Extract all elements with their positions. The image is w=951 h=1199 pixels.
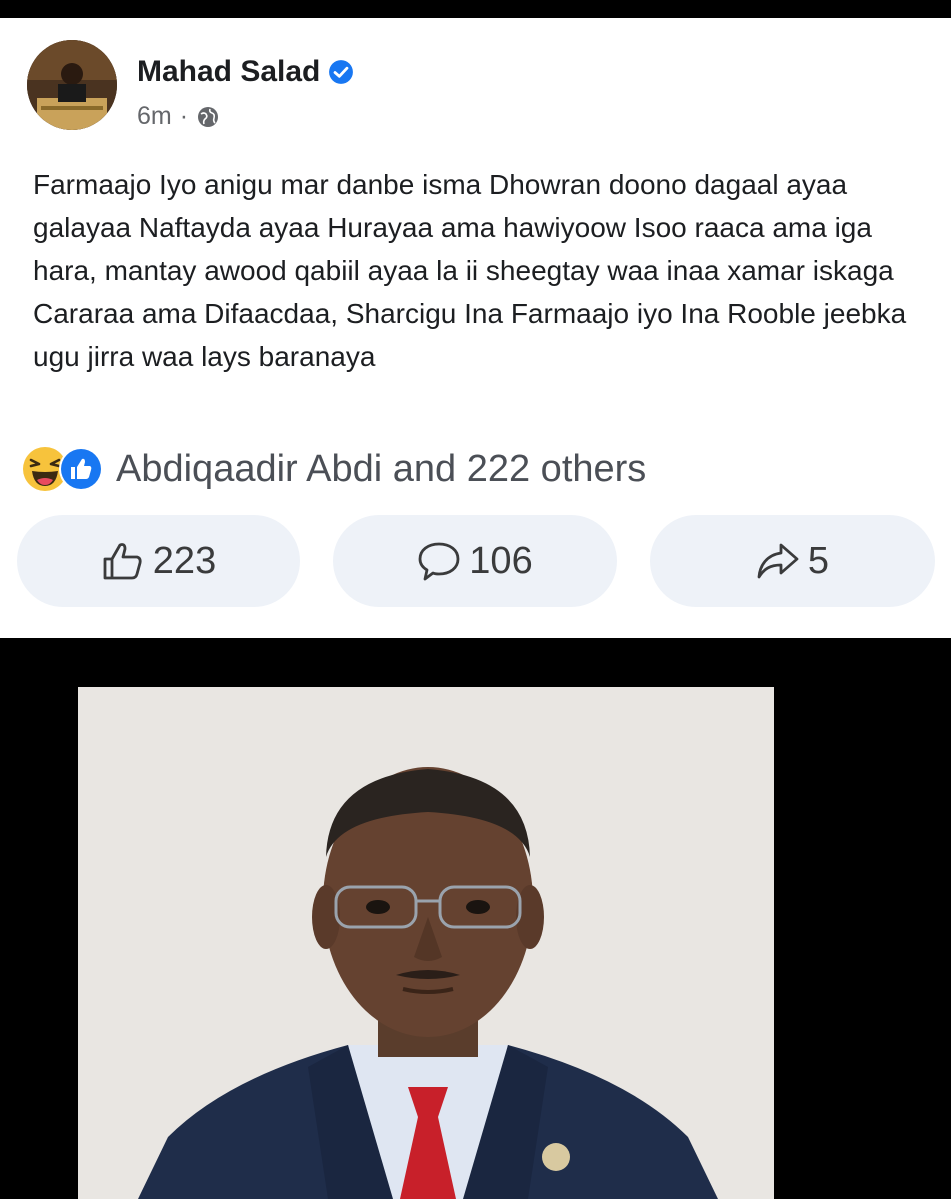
post-meta: 6m · (137, 102, 220, 131)
globe-icon[interactable] (196, 105, 220, 129)
reactions-text: Abdiqaadir Abdi and 222 others (116, 447, 647, 490)
thumbs-up-icon (103, 543, 142, 580)
meta-separator: · (179, 102, 189, 130)
like-reaction-icon (59, 447, 103, 491)
post-actions-bar: 223 106 5 (17, 515, 935, 607)
author-name[interactable]: Mahad Salad (137, 55, 320, 89)
facebook-post-card: Mahad Salad 6m · Farmaajo Iyo anigu mar … (0, 18, 951, 638)
comment-button[interactable]: 106 (333, 515, 617, 607)
speech-bubble-icon (418, 542, 460, 581)
share-count: 5 (807, 539, 830, 582)
share-arrow-icon (757, 543, 799, 579)
comment-count: 106 (469, 539, 533, 582)
like-count: 223 (152, 539, 217, 582)
post-timestamp[interactable]: 6m (137, 102, 172, 131)
post-text: Farmaajo Iyo anigu mar danbe isma Dhowra… (33, 169, 907, 372)
share-button[interactable]: 5 (650, 515, 935, 607)
reactions-summary[interactable]: Abdiqaadir Abdi and 222 others (22, 446, 646, 492)
verified-badge-icon (329, 60, 354, 84)
author-name-row: Mahad Salad (137, 55, 354, 89)
attached-portrait-photo[interactable] (78, 687, 774, 1199)
author-avatar[interactable] (27, 40, 117, 130)
like-button[interactable]: 223 (17, 515, 300, 607)
